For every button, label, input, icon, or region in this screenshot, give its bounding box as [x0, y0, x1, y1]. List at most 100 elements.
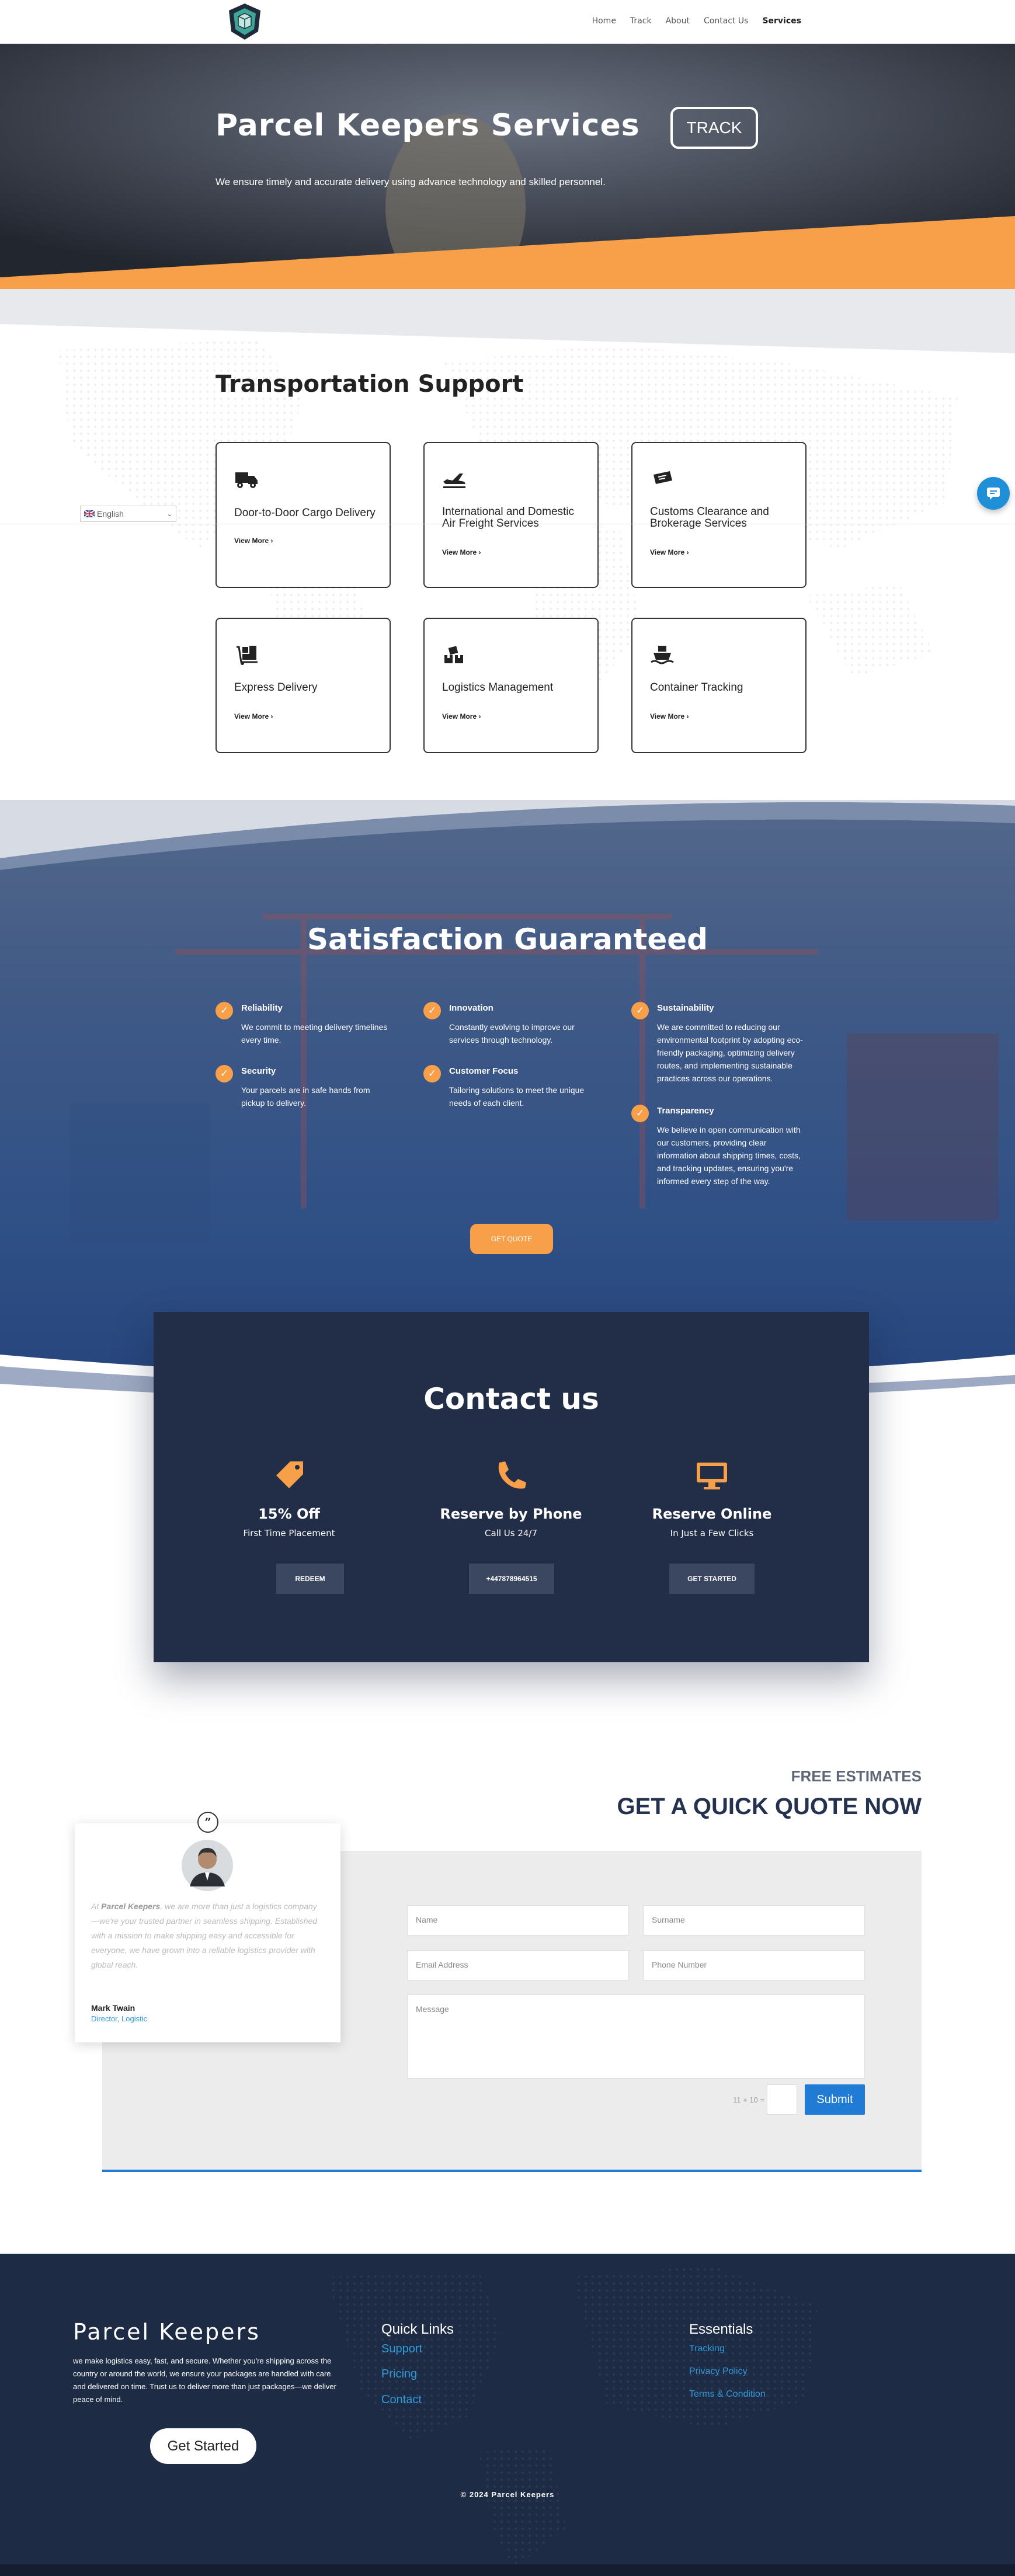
- feature-item: ✓ Customer Focus Tailoring solutions to …: [423, 1065, 593, 1118]
- service-card[interactable]: Express Delivery View More ›: [215, 618, 391, 753]
- nav-home[interactable]: Home: [592, 16, 616, 26]
- footer-brand: Parcel Keepers: [73, 2319, 260, 2345]
- contact-item: Reserve Online In Just a Few Clicks: [624, 1458, 800, 1538]
- view-more-link[interactable]: View More ›: [650, 548, 689, 556]
- ticket-icon: [654, 471, 672, 484]
- call-button[interactable]: +447878964515: [469, 1564, 554, 1594]
- testimonial-text: At Parcel Keepers, we are more than just…: [91, 1902, 318, 1969]
- feature-title: Transparency: [657, 1106, 714, 1116]
- view-more-link[interactable]: View More ›: [650, 712, 689, 720]
- nav-track[interactable]: Track: [630, 16, 652, 26]
- dolly-icon: [237, 646, 258, 665]
- card-title: Express Delivery: [234, 681, 318, 694]
- contact-item-sub: In Just a Few Clicks: [670, 1528, 754, 1538]
- hero-title: Parcel Keepers Services: [215, 108, 640, 143]
- main-nav: Home Track About Contact Us Services: [592, 16, 801, 26]
- testimonial-name: Mark Twain: [91, 2003, 135, 2013]
- transport-title: Transportation Support: [215, 371, 524, 398]
- service-card[interactable]: Container Tracking View More ›: [631, 618, 807, 753]
- footer-link-pricing[interactable]: Pricing: [381, 2368, 417, 2381]
- chat-button[interactable]: [977, 477, 1010, 510]
- feature-text: We believe in open communication with ou…: [657, 1125, 801, 1186]
- copyright: © 2024 Parcel Keepers: [460, 2490, 555, 2499]
- card-title: Container Tracking: [650, 681, 743, 694]
- service-card[interactable]: Door-to-Door Cargo Delivery View More ›: [215, 442, 391, 588]
- quick-links-title: Quick Links: [381, 2321, 454, 2337]
- check-icon: ✓: [423, 1002, 441, 1019]
- surname-field[interactable]: Surname: [643, 1905, 865, 1936]
- feature-text: Tailoring solutions to meet the unique n…: [449, 1085, 585, 1108]
- satisfaction-title: Satisfaction Guaranteed: [307, 923, 708, 956]
- chat-icon: [987, 488, 1000, 500]
- feature-item: ✓ Reliability We commit to meeting deliv…: [215, 1002, 387, 1054]
- contact-section: Contact us 15% Off First Time Placement …: [154, 1312, 869, 1662]
- card-title: Customs Clearance and Brokerage Services: [650, 506, 769, 530]
- phone-icon: [498, 1461, 526, 1489]
- check-icon: ✓: [631, 1002, 649, 1019]
- language-select[interactable]: English ⌄: [80, 506, 176, 522]
- language-value: English: [97, 509, 124, 518]
- email-field[interactable]: Email Address: [407, 1950, 629, 1980]
- feature-item: ✓ Sustainability We are committed to red…: [631, 1002, 803, 1095]
- quote-title: GET A QUICK QUOTE NOW: [617, 1794, 922, 1819]
- nav-contact[interactable]: Contact Us: [704, 16, 748, 26]
- tag-icon: [276, 1461, 303, 1488]
- service-card[interactable]: Customs Clearance and Brokerage Services…: [631, 442, 807, 588]
- feature-text: We commit to meeting delivery timelines …: [241, 1022, 388, 1045]
- contact-item: 15% Off First Time Placement: [201, 1458, 377, 1538]
- view-more-link[interactable]: View More ›: [442, 548, 481, 556]
- plane-icon: [443, 474, 465, 488]
- contact-item-sub: First Time Placement: [243, 1528, 335, 1538]
- service-card[interactable]: International and Domestic Air Freight S…: [423, 442, 599, 588]
- footer-link-tracking[interactable]: Tracking: [689, 2344, 725, 2354]
- testimonial-card: ” At Parcel Keepers, we are more than ju…: [75, 1812, 340, 2042]
- feature-item: ✓ Transparency We believe in open commun…: [631, 1105, 801, 1198]
- contact-item-title: Reserve Online: [652, 1506, 772, 1522]
- contact-item-sub: Call Us 24/7: [484, 1528, 537, 1538]
- check-icon: ✓: [423, 1065, 441, 1082]
- get-started-cta[interactable]: Get Started: [150, 2428, 256, 2464]
- view-more-link[interactable]: View More ›: [234, 537, 273, 545]
- footer-link-support[interactable]: Support: [381, 2342, 422, 2356]
- logo-icon[interactable]: [224, 1, 265, 42]
- world-map-background: [327, 2265, 818, 2569]
- card-title: International and Domestic Air Freight S…: [442, 506, 575, 530]
- quote-eyebrow: FREE ESTIMATES: [791, 1767, 922, 1785]
- redeem-button[interactable]: REDEEM: [276, 1564, 344, 1594]
- feature-text: Constantly evolving to improve our servi…: [449, 1022, 575, 1045]
- nav-services[interactable]: Services: [762, 16, 801, 26]
- submit-button[interactable]: Submit: [805, 2084, 865, 2115]
- card-title: Door-to-Door Cargo Delivery: [234, 507, 376, 519]
- get-quote-button[interactable]: GET QUOTE: [470, 1224, 553, 1254]
- hero-background: [0, 44, 1015, 289]
- nav-about[interactable]: About: [666, 16, 690, 26]
- feature-text: We are committed to reducing our environ…: [657, 1022, 803, 1083]
- phone-field[interactable]: Phone Number: [643, 1950, 865, 1980]
- message-field[interactable]: Message: [407, 1994, 865, 2079]
- footer-link-terms[interactable]: Terms & Condition: [689, 2389, 766, 2400]
- get-started-button[interactable]: GET STARTED: [669, 1564, 755, 1594]
- contact-item-title: Reserve by Phone: [440, 1506, 582, 1522]
- view-more-link[interactable]: View More ›: [234, 712, 273, 720]
- track-button[interactable]: TRACK: [670, 107, 758, 149]
- boxes-icon: [444, 646, 463, 663]
- hero-subtitle: We ensure timely and accurate delivery u…: [215, 176, 606, 187]
- footer-about: we make logistics easy, fast, and secure…: [73, 2356, 336, 2404]
- name-field[interactable]: Name: [407, 1905, 629, 1936]
- view-more-link[interactable]: View More ›: [442, 712, 481, 720]
- check-icon: ✓: [215, 1002, 233, 1019]
- card-title: Logistics Management: [442, 681, 554, 694]
- check-icon: ✓: [215, 1065, 233, 1082]
- footer-link-contact[interactable]: Contact: [381, 2393, 422, 2407]
- feature-item: ✓ Innovation Constantly evolving to impr…: [423, 1002, 593, 1054]
- chevron-down-icon: ⌄: [166, 510, 172, 518]
- service-card[interactable]: Logistics Management View More ›: [423, 618, 599, 753]
- feature-item: ✓ Security Your parcels are in safe hand…: [215, 1065, 385, 1118]
- monitor-icon: [697, 1463, 727, 1489]
- captcha-input[interactable]: [767, 2084, 797, 2115]
- footer-link-privacy[interactable]: Privacy Policy: [689, 2366, 748, 2377]
- avatar: [182, 1840, 233, 1891]
- site-header: Home Track About Contact Us Services: [0, 0, 1015, 44]
- contact-title: Contact us: [423, 1382, 599, 1416]
- essentials-title: Essentials: [689, 2321, 753, 2337]
